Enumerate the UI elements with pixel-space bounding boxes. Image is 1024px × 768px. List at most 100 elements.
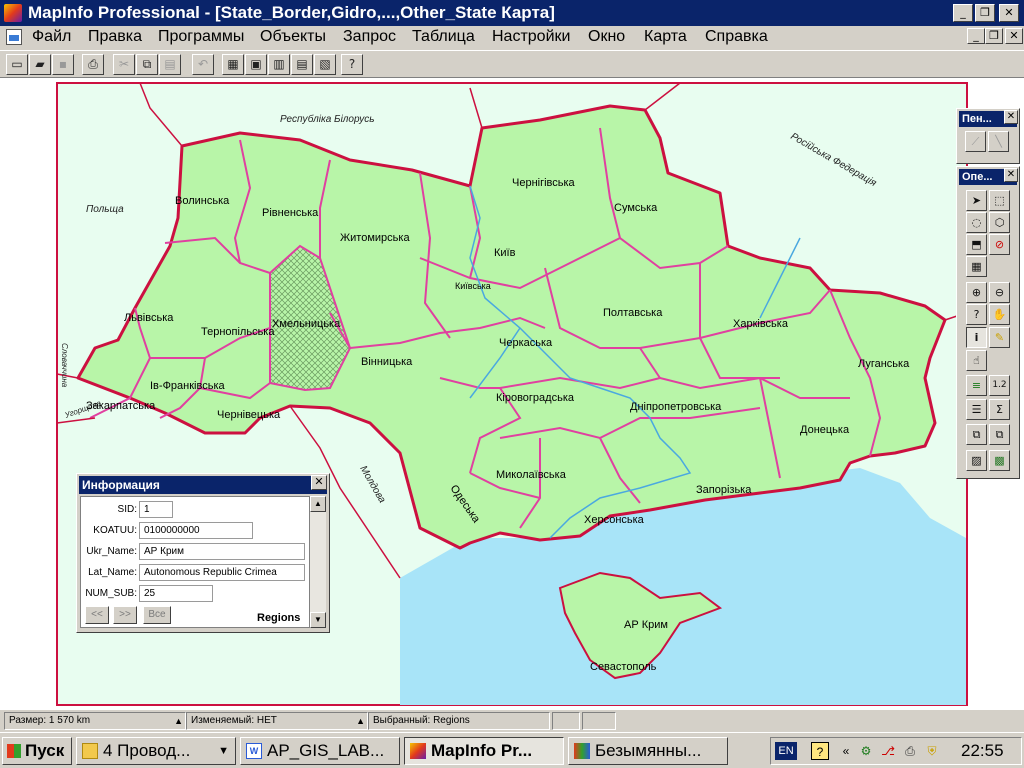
statistics-icon[interactable]: Σ [989, 399, 1010, 420]
clip-region-icon[interactable]: ▩ [989, 450, 1010, 471]
printer-tray-icon[interactable]: ⎙ [901, 742, 919, 760]
doc-restore-button[interactable]: ❐ [985, 28, 1003, 44]
taskbar: Пуск 4 Провод... ▼ W AP_GIS_LAB... MapIn… [0, 732, 1024, 768]
redistrict-icon[interactable]: ▧ [314, 54, 336, 75]
system-tray: EN ? « ⚙ ⎇ ⎙ ⛨ 22:55 [770, 737, 1022, 765]
minimize-button[interactable]: _ [953, 4, 973, 22]
field-value-ukr-name[interactable]: АР Крим [139, 543, 305, 560]
label-zaporizka: Запорізька [696, 484, 752, 496]
menu-options[interactable]: Настройки [492, 28, 570, 46]
scroll-down-icon[interactable]: ▼ [310, 612, 326, 628]
help-pointer-icon[interactable]: ? [341, 54, 363, 75]
drag-map-window-icon[interactable]: ⧉ [966, 424, 987, 445]
task-paint[interactable]: Безымянны... [568, 737, 728, 765]
task-word-doc[interactable]: W AP_GIS_LAB... [240, 737, 400, 765]
title-bar[interactable]: MapInfo Professional - [State_Border,Gid… [0, 0, 1024, 26]
next-record-button[interactable]: >> [113, 606, 137, 624]
acrobat-tray-icon[interactable]: ⎇ [879, 742, 897, 760]
new-browser-icon[interactable]: ▦ [222, 54, 244, 75]
boundary-select-icon[interactable]: ⬒ [966, 234, 987, 255]
operations-palette-close-button[interactable]: ✕ [1004, 168, 1018, 182]
menu-table[interactable]: Таблица [412, 28, 475, 46]
pen-palette-close-button[interactable]: ✕ [1004, 110, 1018, 124]
network-tray-icon[interactable]: ⚙ [857, 742, 875, 760]
menu-programs[interactable]: Программы [158, 28, 244, 46]
undo-icon[interactable]: ↶ [192, 54, 214, 75]
document-map-icon[interactable] [6, 29, 22, 45]
print-icon[interactable]: ⎙ [82, 54, 104, 75]
task-mapinfo[interactable]: MapInfo Pr... [404, 737, 564, 765]
tray-expand-icon[interactable]: « [837, 742, 855, 760]
info-title[interactable]: Информация [79, 476, 327, 494]
radius-select-icon[interactable]: ◌ [966, 212, 987, 233]
paste-icon[interactable]: ▤ [159, 54, 181, 75]
select-arrow-icon[interactable]: ➤ [966, 190, 987, 211]
label-khmelnytska: Хмельницька [272, 318, 341, 330]
status-zoom-size[interactable]: Размер: 1 570 km ▲ [4, 712, 186, 730]
menu-query[interactable]: Запрос [343, 28, 396, 46]
layer-control-icon[interactable]: ≡ [966, 375, 987, 396]
marquee-select-icon[interactable]: ⬚ [989, 190, 1010, 211]
zoom-in-icon[interactable]: ⊕ [966, 282, 987, 303]
all-records-button[interactable]: Все [143, 606, 171, 624]
line-tool-icon[interactable]: ╲ [988, 131, 1009, 152]
legend-icon[interactable]: ☰ [966, 399, 987, 420]
prev-record-button[interactable]: << [85, 606, 109, 624]
label-luhanska: Луганська [858, 358, 910, 370]
change-view-icon[interactable]: ? [966, 304, 987, 325]
task-explorer[interactable]: 4 Провод... ▼ [76, 737, 236, 765]
label-kyivska: Київська [455, 281, 491, 291]
graph-select-icon[interactable]: ▦ [966, 256, 987, 277]
close-button[interactable]: ✕ [999, 4, 1019, 22]
info-tool-icon[interactable]: i [966, 327, 987, 348]
language-indicator[interactable]: EN [775, 742, 797, 760]
pen-tool-icon[interactable]: ⟋ [965, 131, 986, 152]
restore-button[interactable]: ❐ [975, 4, 995, 22]
new-mapper-icon[interactable]: ▣ [245, 54, 267, 75]
info-close-button[interactable]: ✕ [311, 475, 327, 490]
menu-help[interactable]: Справка [705, 28, 768, 46]
ruler-icon[interactable]: 1.2 [989, 375, 1010, 396]
information-window[interactable]: Информация ✕ SID: 1 KOATUU: 0100000000 U… [76, 473, 330, 633]
field-value-num-sub[interactable]: 25 [139, 585, 213, 602]
new-grapher-icon[interactable]: ▥ [268, 54, 290, 75]
operations-palette[interactable]: Опе... ✕ ➤ ⬚ ◌ ⬡ ⬒ ⊘ ▦ ⊕ ⊖ ? ✋ i ✎ ☝ ≡ 1… [956, 166, 1020, 479]
new-layout-icon[interactable]: ▤ [291, 54, 313, 75]
unselect-all-icon[interactable]: ⊘ [989, 234, 1010, 255]
menu-edit[interactable]: Правка [88, 28, 142, 46]
label-tool-icon[interactable]: ☝ [966, 350, 987, 371]
open-folder-icon[interactable]: ▰ [29, 54, 51, 75]
menu-window[interactable]: Окно [588, 28, 625, 46]
security-tray-icon[interactable]: ⛨ [923, 742, 941, 760]
save-icon[interactable]: ▪ [52, 54, 74, 75]
mapinfo-app-icon[interactable] [4, 4, 22, 22]
show-hide-status-icon[interactable]: ▨ [966, 450, 987, 471]
label-sumska: Сумська [614, 202, 658, 214]
label-ternopilska: Тернопільська [201, 326, 275, 338]
help-tray-icon[interactable]: ? [811, 742, 829, 760]
copy-icon[interactable]: ⧉ [136, 54, 158, 75]
info-scrollbar[interactable]: ▲ ▼ [310, 496, 326, 628]
field-label-ukr-name: Ukr_Name: [86, 546, 137, 557]
field-value-sid[interactable]: 1 [139, 501, 173, 518]
menu-map[interactable]: Карта [644, 28, 687, 46]
zoom-out-icon[interactable]: ⊖ [989, 282, 1010, 303]
menu-objects[interactable]: Объекты [260, 28, 326, 46]
hotlink-icon[interactable]: ✎ [989, 327, 1010, 348]
field-label-koatuu: KOATUU: [93, 525, 137, 536]
doc-close-button[interactable]: ✕ [1005, 28, 1023, 44]
field-value-lat-name[interactable]: Autonomous Republic Crimea [139, 564, 305, 581]
status-bar: Размер: 1 570 km ▲ Изменяемый: НЕТ ▲ Выбра… [0, 710, 1024, 732]
drag-map-window-2-icon[interactable]: ⧉ [989, 424, 1010, 445]
menu-file[interactable]: Файл [32, 28, 71, 46]
polygon-select-icon[interactable]: ⬡ [989, 212, 1010, 233]
start-button[interactable]: Пуск [2, 737, 72, 765]
new-document-icon[interactable]: ▭ [6, 54, 28, 75]
field-value-koatuu[interactable]: 0100000000 [139, 522, 253, 539]
scroll-up-icon[interactable]: ▲ [310, 496, 326, 512]
doc-minimize-button[interactable]: _ [967, 28, 985, 44]
pen-palette[interactable]: Пен... ✕ ⟋ ╲ [956, 108, 1020, 164]
grabber-hand-icon[interactable]: ✋ [989, 304, 1010, 325]
status-editable-layer[interactable]: Изменяемый: НЕТ ▲ [186, 712, 368, 730]
cut-icon[interactable]: ✂ [113, 54, 135, 75]
